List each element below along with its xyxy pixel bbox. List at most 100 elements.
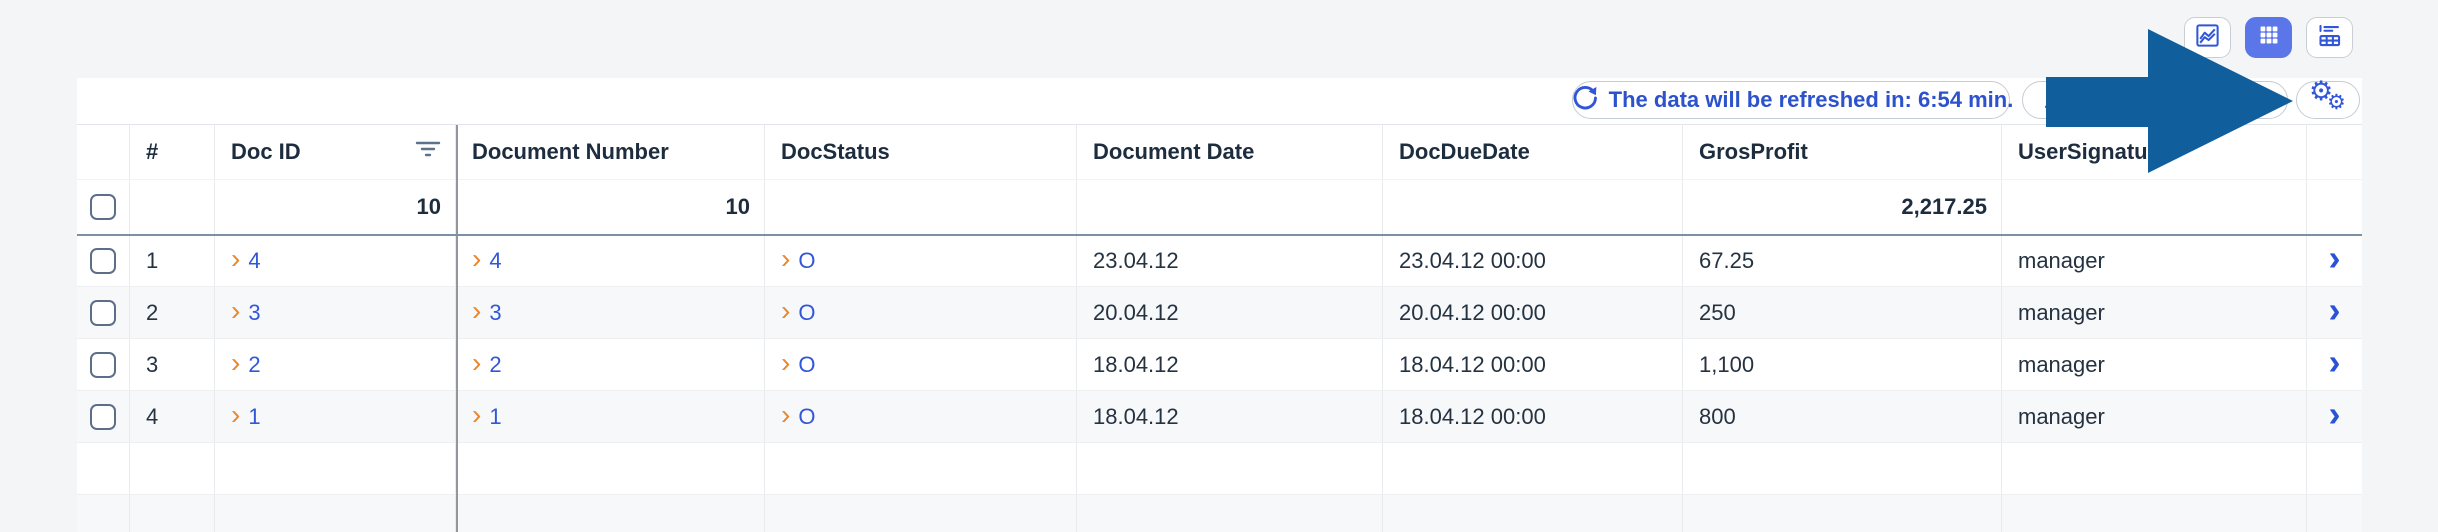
cell-gros-profit: 800: [1683, 391, 2002, 443]
doc-id-link[interactable]: 3: [248, 300, 260, 326]
data-table: # Doc ID Document Number DocStatus Docum…: [77, 125, 2362, 532]
empty-cell: [2002, 443, 2307, 495]
total-document-number: 10: [456, 180, 765, 235]
cell-gros-profit: 67.25: [1683, 235, 2002, 287]
empty-cell: [77, 443, 130, 495]
total-cell: [130, 180, 215, 235]
row-checkbox[interactable]: [90, 352, 116, 378]
document-number-link[interactable]: 2: [489, 352, 501, 378]
drill-chevron-icon: ›: [231, 297, 240, 325]
doc-id-link[interactable]: 4: [248, 248, 260, 274]
refresh-countdown-text: The data will be refreshed in: 6:54 min.: [1609, 87, 2014, 113]
view-switcher: [2184, 17, 2353, 58]
empty-cell: [1383, 495, 1683, 532]
row-nav-cell: ›: [2307, 287, 2362, 339]
cell-document-date: 23.04.12: [1077, 235, 1383, 287]
empty-cell: [1383, 443, 1683, 495]
total-cell: [1383, 180, 1683, 235]
cell-document-number: ›4: [456, 235, 765, 287]
select-all-checkbox[interactable]: [90, 194, 116, 220]
col-header-doc-id[interactable]: Doc ID: [215, 125, 456, 180]
chart-view-button[interactable]: [2184, 17, 2231, 58]
cell-user-signature: manager: [2002, 391, 2307, 443]
empty-cell: [2307, 443, 2362, 495]
empty-cell: [77, 495, 130, 532]
col-header-user-signature[interactable]: UserSignature: [2002, 125, 2307, 180]
col-header-doc-due-date[interactable]: DocDueDate: [1383, 125, 1683, 180]
row-select-cell: [77, 235, 130, 287]
cell-doc-id: ›4: [215, 235, 456, 287]
drill-chevron-icon: ›: [781, 297, 790, 325]
cell-index: 1: [130, 235, 215, 287]
document-number-link[interactable]: 4: [489, 248, 501, 274]
empty-cell: [456, 495, 765, 532]
row-select-cell: [77, 287, 130, 339]
drill-chevron-icon: ›: [472, 245, 481, 273]
cell-document-date: 20.04.12: [1077, 287, 1383, 339]
doc-status-link[interactable]: O: [798, 352, 815, 378]
cell-document-number: ›2: [456, 339, 765, 391]
cell-document-date: 18.04.12: [1077, 339, 1383, 391]
doc-status-link[interactable]: O: [798, 404, 815, 430]
settings-gears-icon: ⚙ ⚙: [2305, 81, 2351, 119]
cell-doc-status: ›O: [765, 391, 1077, 443]
row-nav-chevron-icon[interactable]: ›: [2329, 396, 2341, 432]
row-nav-cell: ›: [2307, 339, 2362, 391]
row-nav-chevron-icon[interactable]: ›: [2329, 240, 2341, 276]
cell-document-date: 18.04.12: [1077, 391, 1383, 443]
refresh-countdown-button[interactable]: The data will be refreshed in: 6:54 min.: [1572, 81, 2010, 119]
cell-user-signature: manager: [2002, 287, 2307, 339]
total-cell: [1077, 180, 1383, 235]
col-header-doc-status[interactable]: DocStatus: [765, 125, 1077, 180]
cell-index: 3: [130, 339, 215, 391]
table-view-button[interactable]: [2245, 17, 2292, 58]
refresh-icon: [1569, 83, 1599, 118]
toolbar-button-hidden-by-pointer[interactable]: [2224, 81, 2288, 119]
row-select-cell: [77, 339, 130, 391]
cell-document-number: ›3: [456, 287, 765, 339]
cell-doc-due-date: 20.04.12 00:00: [1383, 287, 1683, 339]
empty-cell: [130, 443, 215, 495]
row-nav-cell: ›: [2307, 235, 2362, 287]
cell-index: 2: [130, 287, 215, 339]
empty-cell: [2002, 495, 2307, 532]
row-checkbox[interactable]: [90, 248, 116, 274]
total-doc-id: 10: [215, 180, 456, 235]
doc-id-link[interactable]: 1: [248, 404, 260, 430]
download-button[interactable]: [2022, 81, 2086, 119]
document-number-link[interactable]: 3: [489, 300, 501, 326]
cell-doc-id: ›2: [215, 339, 456, 391]
cell-user-signature: manager: [2002, 339, 2307, 391]
empty-cell: [2307, 495, 2362, 532]
col-header-doc-id-label: Doc ID: [231, 139, 301, 165]
header-checkbox-cell: [77, 125, 130, 180]
doc-status-link[interactable]: O: [798, 300, 815, 326]
doc-id-link[interactable]: 2: [248, 352, 260, 378]
doc-status-link[interactable]: O: [798, 248, 815, 274]
col-header-document-number[interactable]: Document Number: [456, 125, 765, 180]
row-select-cell: [77, 391, 130, 443]
col-header-index[interactable]: #: [130, 125, 215, 180]
row-checkbox[interactable]: [90, 300, 116, 326]
cell-index: 4: [130, 391, 215, 443]
cell-doc-due-date: 23.04.12 00:00: [1383, 235, 1683, 287]
empty-cell: [130, 495, 215, 532]
cell-doc-due-date: 18.04.12 00:00: [1383, 339, 1683, 391]
row-nav-chevron-icon[interactable]: ›: [2329, 292, 2341, 328]
empty-cell: [456, 443, 765, 495]
row-checkbox[interactable]: [90, 404, 116, 430]
header-underline: [77, 234, 2362, 236]
cell-user-signature: manager: [2002, 235, 2307, 287]
col-header-nav: [2307, 125, 2362, 180]
document-number-link[interactable]: 1: [489, 404, 501, 430]
total-cell: [765, 180, 1077, 235]
col-header-document-date[interactable]: Document Date: [1077, 125, 1383, 180]
empty-cell: [1683, 495, 2002, 532]
cell-document-number: ›1: [456, 391, 765, 443]
settings-button[interactable]: ⚙ ⚙: [2296, 81, 2360, 119]
chart-table-view-button[interactable]: [2306, 17, 2353, 58]
col-header-gros-profit[interactable]: GrosProfit: [1683, 125, 2002, 180]
empty-cell: [1683, 443, 2002, 495]
row-nav-chevron-icon[interactable]: ›: [2329, 344, 2341, 380]
cell-doc-id: ›3: [215, 287, 456, 339]
